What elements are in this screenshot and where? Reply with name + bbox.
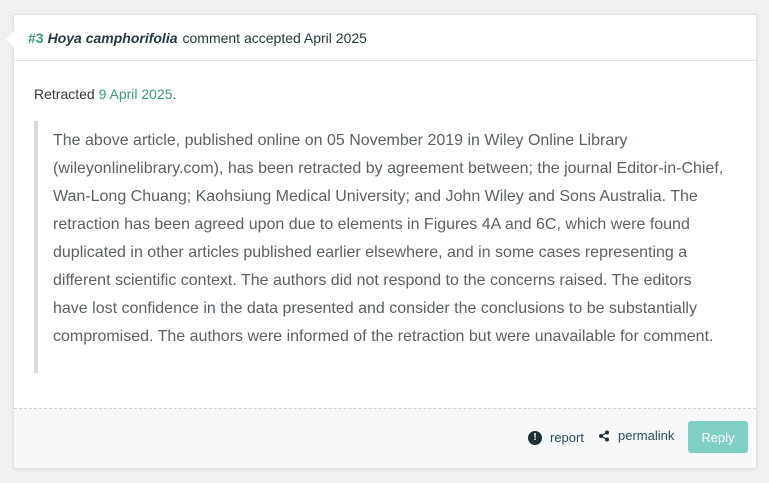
retracted-date-link[interactable]: 9 April 2025: [99, 86, 173, 102]
comment-footer: ! report permalink Reply: [14, 408, 756, 468]
retracted-line: Retracted 9 April 2025.: [34, 86, 176, 102]
report-link[interactable]: ! report: [528, 430, 584, 445]
card-pointer: [6, 31, 14, 47]
alert-icon: !: [528, 430, 542, 445]
comment-header: #3 Hoya camphorifolia comment accepted A…: [14, 15, 756, 61]
comment-body: Retracted 9 April 2025. The above articl…: [14, 61, 756, 409]
report-label: report: [550, 430, 584, 445]
retracted-suffix: .: [172, 86, 177, 102]
share-icon: [599, 430, 609, 441]
comment-number[interactable]: #3: [28, 30, 44, 46]
permalink-label: permalink: [618, 428, 675, 443]
reply-button[interactable]: Reply: [688, 421, 748, 453]
retraction-notice: The above article, published online on 0…: [34, 121, 724, 373]
species-name[interactable]: Hoya camphorifolia: [48, 30, 178, 46]
permalink-link[interactable]: permalink: [598, 428, 674, 443]
comment-card: #3 Hoya camphorifolia comment accepted A…: [6, 14, 757, 469]
comment-status: comment accepted April 2025: [182, 29, 367, 46]
retracted-prefix: Retracted: [34, 86, 95, 102]
